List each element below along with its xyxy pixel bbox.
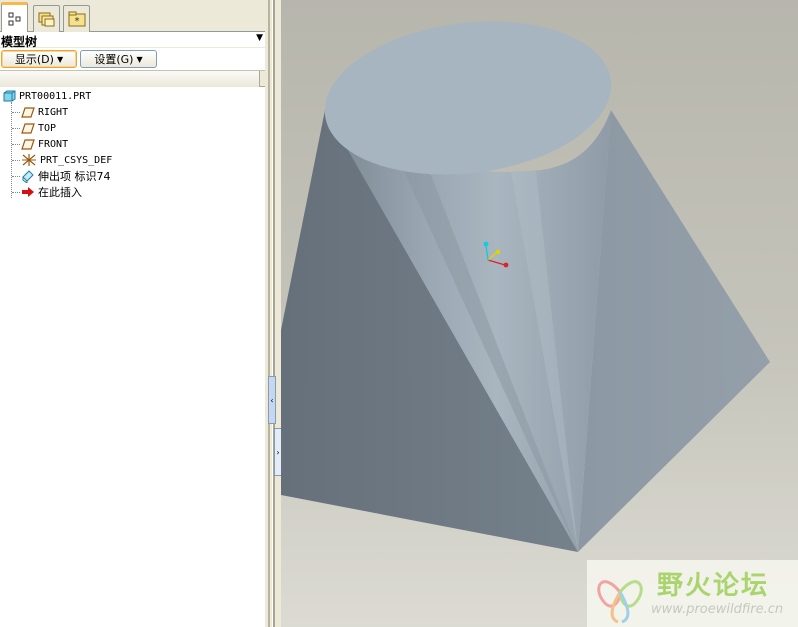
tree-branch — [12, 112, 20, 113]
datum-plane-icon — [21, 138, 35, 150]
tree-branch — [12, 128, 20, 129]
favorites-icon: * — [68, 11, 85, 27]
tree-node-protrusion[interactable]: 伸出项 标识74 — [21, 168, 111, 184]
settings-button-label: 设置(G) — [94, 53, 134, 66]
display-button[interactable]: 显示(D) ▼ — [1, 50, 77, 68]
protrusion-icon — [22, 170, 34, 183]
graphics-window[interactable]: 野火论坛 www.proewildfire.cn — [281, 0, 798, 627]
forum-logo-icon — [597, 580, 643, 624]
tree-node-insert-here[interactable]: 在此插入 — [21, 184, 82, 200]
model-tree-toolbar: 显示(D) ▼ 设置(G) ▼ — [0, 48, 265, 70]
splitter-edge — [268, 0, 270, 627]
dropdown-arrow-icon: ▼ — [56, 54, 64, 64]
navigator-panel: * 模型树 ▼ 显示(D) ▼ 设置(G) ▼ PRT00011.PRT RIG… — [0, 0, 265, 627]
chevron-right-icon: › — [276, 447, 280, 457]
tree-node-label: RIGHT — [38, 106, 69, 118]
tree-branch — [12, 176, 20, 177]
chevron-left-icon: ‹ — [270, 395, 274, 405]
svg-text:*: * — [74, 16, 79, 27]
tree-node-label: 在此插入 — [38, 186, 82, 199]
navigator-tabs: * — [0, 0, 265, 33]
tree-connector-line — [11, 102, 12, 198]
insert-here-arrow-icon — [22, 187, 34, 197]
model-viewport[interactable] — [281, 0, 798, 627]
datum-plane-icon — [21, 122, 35, 134]
model-tree-header: 模型树 ▼ — [0, 32, 265, 49]
datum-plane-icon — [21, 106, 35, 118]
display-button-label: 显示(D) — [14, 53, 54, 66]
tree-node-front[interactable]: FRONT — [21, 136, 68, 152]
folder-stack-icon — [38, 12, 54, 27]
tree-node-right[interactable]: RIGHT — [21, 104, 68, 120]
watermark-url: www.proewildfire.cn — [651, 602, 784, 617]
tab-model-tree[interactable] — [1, 2, 28, 33]
tree-node-label: TOP — [38, 122, 57, 134]
tree-branch — [12, 192, 20, 193]
model-tree: PRT00011.PRT RIGHT TOP FRONT PRT_CSYS_DE… — [0, 87, 265, 627]
tab-folder-browser[interactable] — [33, 5, 60, 32]
tree-node-root-part[interactable]: PRT00011.PRT — [3, 88, 91, 104]
model-tree-icon — [8, 12, 20, 26]
tree-branch — [12, 144, 20, 145]
tree-node-csys[interactable]: PRT_CSYS_DEF — [21, 152, 112, 168]
settings-button[interactable]: 设置(G) ▼ — [80, 50, 157, 68]
model-face-right — [578, 110, 770, 552]
watermark: 野火论坛 www.proewildfire.cn — [587, 560, 798, 627]
csys-icon — [22, 154, 36, 166]
tree-node-top[interactable]: TOP — [21, 120, 56, 136]
tree-branch — [12, 160, 20, 161]
tab-favorites[interactable]: * — [63, 5, 90, 32]
dropdown-arrow-icon: ▼ — [136, 54, 143, 64]
panel-splitter[interactable]: ‹ › — [265, 0, 282, 627]
tree-node-label: FRONT — [38, 138, 69, 150]
tree-node-label: 伸出项 标识74 — [38, 170, 111, 183]
column-header-cell[interactable] — [0, 71, 260, 87]
splitter-edge — [273, 0, 275, 627]
tree-column-header — [0, 70, 265, 87]
panel-menu-arrow[interactable]: ▼ — [256, 33, 263, 43]
part-icon — [3, 90, 16, 102]
collapse-navigator-button[interactable]: ‹ — [268, 376, 276, 424]
tree-node-label: PRT_CSYS_DEF — [40, 154, 113, 166]
watermark-title: 野火论坛 — [657, 571, 770, 601]
tree-node-label: PRT00011.PRT — [19, 90, 92, 102]
